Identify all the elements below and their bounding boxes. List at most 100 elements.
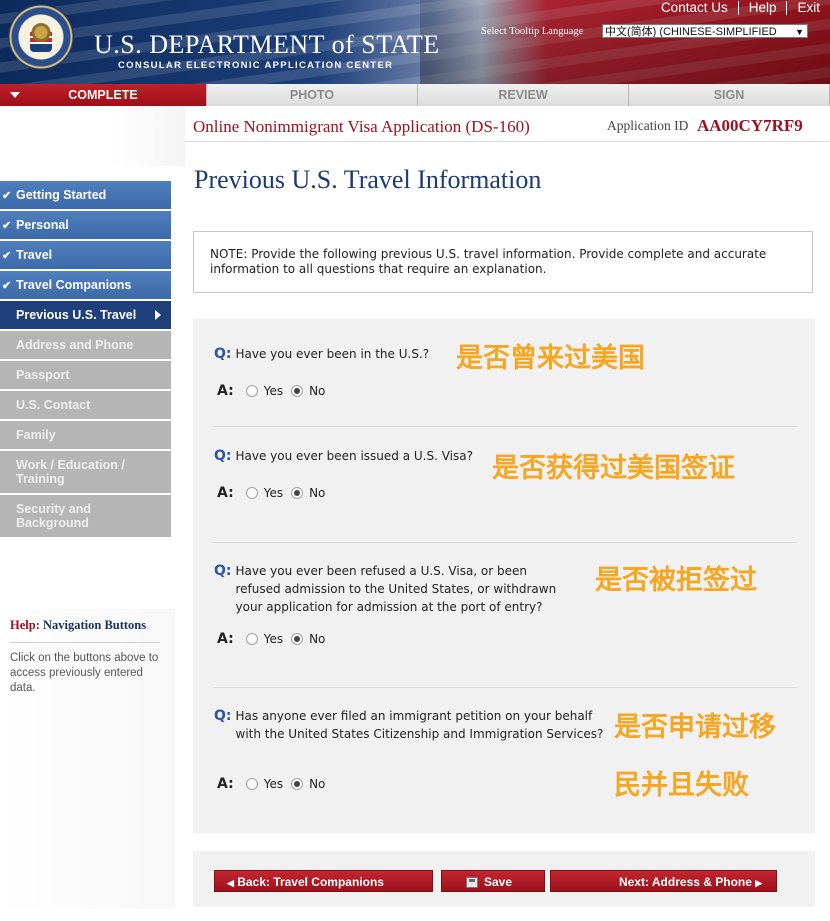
sidebar-item-label: Family xyxy=(16,428,56,442)
triangle-down-icon xyxy=(10,92,20,98)
question-label: Q: xyxy=(214,708,232,724)
answer-label: A: xyxy=(217,383,234,399)
annotation-q4-line2: 民并且失败 xyxy=(614,770,749,801)
tooltip-language-label: Select Tooltip Language xyxy=(481,26,584,37)
no-label: No xyxy=(309,632,326,646)
q1-no-radio[interactable] xyxy=(291,385,304,397)
answer-1: A: Yes No xyxy=(217,383,333,399)
sidebar-item-label: Previous U.S. Travel xyxy=(16,308,137,322)
tab-review[interactable]: REVIEW xyxy=(418,84,629,106)
arrow-left-icon: ◀ xyxy=(227,878,234,888)
sidebar-item-label: Getting Started xyxy=(16,188,107,202)
tab-sign[interactable]: SIGN xyxy=(629,84,830,106)
sidebar-item-label: Travel Companions xyxy=(16,278,132,292)
sidebar-item-label: Address and Phone xyxy=(16,338,134,352)
answer-label: A: xyxy=(217,631,234,647)
sidebar-item-label: Travel xyxy=(16,248,53,262)
application-id-label: Application ID xyxy=(607,118,689,133)
sidebar-item-address-and-phone[interactable]: Address and Phone xyxy=(0,331,171,359)
checkmark-icon: ✔ xyxy=(2,249,12,262)
sidebar-nav: ✔ Getting Started ✔ Personal ✔ Travel ✔ Trav… xyxy=(0,181,171,539)
tab-sign-label: SIGN xyxy=(713,88,745,102)
annotation-q4-line1: 是否申请过移 xyxy=(614,712,776,743)
note-box: NOTE: Provide the following previous U.S… xyxy=(193,231,813,293)
step-tabs: COMPLETE PHOTO REVIEW SIGN xyxy=(0,84,830,106)
sidebar-item-travel-companions[interactable]: ✔ Travel Companions xyxy=(0,271,171,299)
q2-no-radio[interactable] xyxy=(291,487,304,499)
q2-yes-radio[interactable] xyxy=(245,487,258,499)
annotation-q1: 是否曾来过美国 xyxy=(456,343,645,374)
divider xyxy=(185,141,830,142)
tab-complete-label: COMPLETE xyxy=(68,88,138,102)
tab-complete[interactable]: COMPLETE xyxy=(0,84,207,106)
back-button[interactable]: ◀ Back: Travel Companions xyxy=(214,870,433,892)
yes-label: Yes xyxy=(263,777,284,791)
language-selected-value: 中文(简体) (CHINESE-SIMPLIFIED xyxy=(605,26,777,38)
question-label: Q: xyxy=(214,346,232,362)
application-id-value: AA00CY7RF9 xyxy=(697,116,803,135)
sidebar-item-getting-started[interactable]: ✔ Getting Started xyxy=(0,181,171,209)
tab-photo-label: PHOTO xyxy=(289,88,335,102)
next-button-label: Next: Address & Phone xyxy=(619,875,752,889)
q3-yes-radio[interactable] xyxy=(245,633,258,645)
site-subtitle: CONSULAR ELECTRONIC APPLICATION CENTER xyxy=(118,60,394,71)
top-links: Contact Us Help Exit xyxy=(651,0,830,16)
question-text: Have you ever been refused a U.S. Visa, … xyxy=(235,564,557,614)
question-label: Q: xyxy=(214,563,232,579)
annotation-q2: 是否获得过美国签证 xyxy=(492,453,735,484)
application-title: Online Nonimmigrant Visa Application (DS… xyxy=(193,117,530,136)
exit-link[interactable]: Exit xyxy=(787,0,830,16)
annotation-q3: 是否被拒签过 xyxy=(595,565,757,596)
arrow-right-icon: ▶ xyxy=(755,878,763,888)
help-heading: Navigation Buttons xyxy=(42,618,147,632)
site-title: U.S. DEPARTMENT of STATE xyxy=(94,30,440,59)
no-label: No xyxy=(309,486,326,500)
checkmark-icon: ✔ xyxy=(2,219,12,232)
sidebar-item-personal[interactable]: ✔ Personal xyxy=(0,211,171,239)
tooltip-language-select[interactable]: 中文(简体) (CHINESE-SIMPLIFIED ▼ xyxy=(602,24,808,38)
answer-label: A: xyxy=(217,776,234,792)
divider xyxy=(213,542,797,543)
save-button[interactable]: Save xyxy=(441,870,545,892)
page-title: Previous U.S. Travel Information xyxy=(194,165,542,194)
tab-review-label: REVIEW xyxy=(498,88,548,102)
sidebar-item-security-and-background[interactable]: Security and Background xyxy=(0,495,171,537)
no-label: No xyxy=(309,384,326,398)
header-banner: U.S. DEPARTMENT of STATE CONSULAR ELECTR… xyxy=(0,0,830,84)
question-text: Have you ever been in the U.S.? xyxy=(235,347,430,361)
sidebar-item-label: Passport xyxy=(16,368,70,382)
q4-no-radio[interactable] xyxy=(291,778,304,790)
back-button-label: Back: Travel Companions xyxy=(237,875,384,889)
question-4: Q: Has anyone ever filed an immigrant pet… xyxy=(214,707,614,743)
yes-label: Yes xyxy=(263,632,284,646)
sidebar-item-us-contact[interactable]: U.S. Contact xyxy=(0,391,171,419)
sidebar-item-label: Security and Background xyxy=(16,502,92,530)
q3-no-radio[interactable] xyxy=(291,633,304,645)
q4-yes-radio[interactable] xyxy=(245,778,258,790)
sidebar-item-previous-us-travel[interactable]: Previous U.S. Travel xyxy=(0,301,171,329)
sidebar-item-travel[interactable]: ✔ Travel xyxy=(0,241,171,269)
question-text: Have you ever been issued a U.S. Visa? xyxy=(235,449,473,463)
help-title: Help: Navigation Buttons xyxy=(10,618,146,633)
help-prefix: Help: xyxy=(10,618,40,632)
contact-us-link[interactable]: Contact Us xyxy=(651,0,738,16)
divider xyxy=(213,426,797,427)
tab-photo[interactable]: PHOTO xyxy=(207,84,418,106)
sidebar-item-passport[interactable]: Passport xyxy=(0,361,171,389)
caret-right-icon xyxy=(155,310,161,320)
q1-yes-radio[interactable] xyxy=(245,385,258,397)
navigation-bar: ◀ Back: Travel Companions Save Next: Add… xyxy=(193,851,815,907)
answer-4: A: Yes No xyxy=(217,776,333,792)
no-label: No xyxy=(309,777,326,791)
yes-label: Yes xyxy=(263,384,284,398)
state-department-seal-icon xyxy=(8,4,74,70)
help-link[interactable]: Help xyxy=(739,0,787,16)
sidebar-item-family[interactable]: Family xyxy=(0,421,171,449)
answer-label: A: xyxy=(217,485,234,501)
answer-3: A: Yes No xyxy=(217,631,333,647)
question-2: Q: Have you ever been issued a U.S. Visa? xyxy=(214,447,473,465)
question-label: Q: xyxy=(214,448,232,464)
dropdown-arrow-icon: ▼ xyxy=(795,27,804,37)
sidebar-item-work-education-training[interactable]: Work / Education / Training xyxy=(0,451,171,493)
next-button[interactable]: Next: Address & Phone ▶ xyxy=(550,870,777,892)
